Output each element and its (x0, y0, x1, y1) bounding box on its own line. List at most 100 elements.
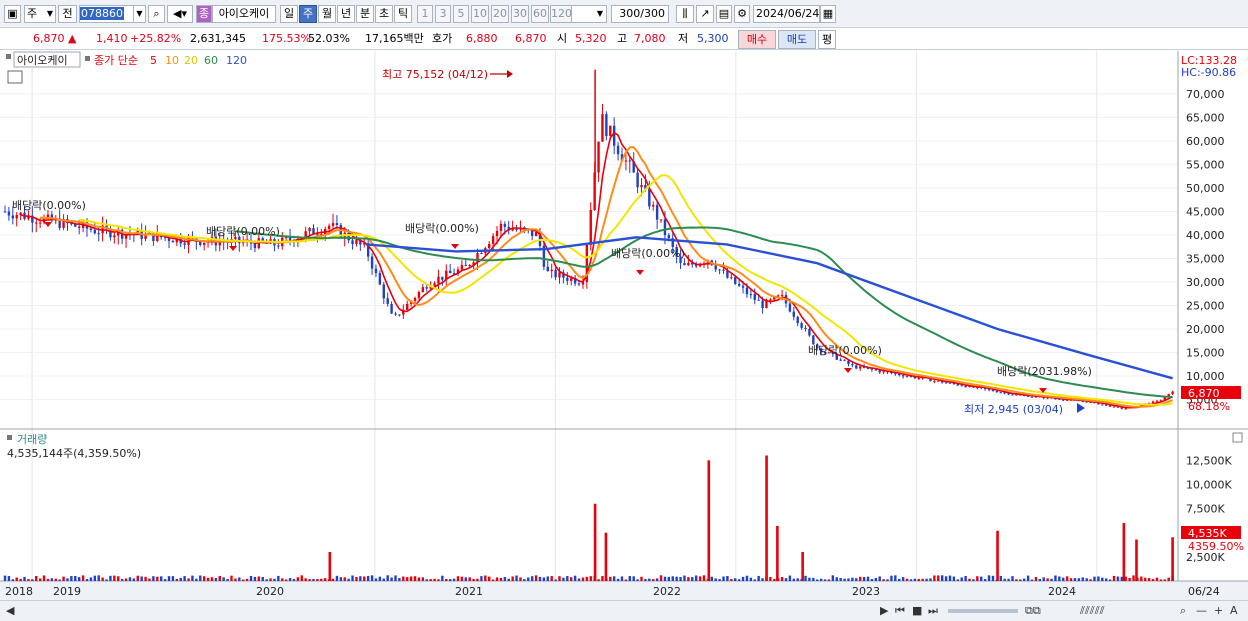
candle-body (382, 284, 385, 299)
price-change: 1,410 (96, 32, 128, 45)
save-icon[interactable]: ▤ (716, 5, 732, 23)
volume-bar (124, 578, 128, 581)
text-tool-icon[interactable]: A (1230, 604, 1238, 618)
volume-bar (730, 579, 733, 581)
tab-4[interactable]: 년 (337, 5, 355, 23)
buy-button[interactable]: 매수 (738, 30, 776, 49)
code-dropdown-button[interactable]: ▼ (133, 5, 146, 23)
candle-body (437, 276, 440, 284)
volume-bar (855, 578, 858, 581)
legend-stock-name: 아이오케이 (17, 54, 68, 67)
volume-bar (964, 576, 967, 581)
candle-body (858, 366, 862, 369)
candle-body (917, 378, 920, 380)
x-axis-label: 06/24 (1188, 585, 1220, 598)
volume-bar (206, 577, 210, 581)
period-select[interactable]: 주 ▼ (24, 5, 56, 23)
volume-bar (624, 579, 628, 581)
search-icon[interactable]: ⌕ (148, 5, 165, 23)
x-axis-label: 2019 (53, 585, 81, 598)
interval-button-20[interactable]: 20 (491, 5, 509, 23)
tab-6[interactable]: 초 (375, 5, 393, 23)
tab-3[interactable]: 월 (318, 5, 336, 23)
interval-custom-select[interactable]: ▼ (571, 5, 607, 23)
tab-1[interactable]: 일 (280, 5, 298, 23)
candle-body (1015, 394, 1018, 396)
candle-body (38, 222, 42, 224)
chevron-down-icon: ▼ (596, 9, 603, 18)
volume-bar (581, 577, 585, 581)
volume-bar (987, 575, 991, 581)
forward-icon[interactable]: ⏭ (928, 604, 938, 618)
tab-5[interactable]: 분 (356, 5, 374, 23)
interval-button-5[interactable]: 5 (453, 5, 469, 23)
volume-bar (1081, 577, 1084, 581)
candle-body (839, 359, 842, 361)
interval-button-120[interactable]: 120 (550, 5, 572, 23)
volume-bar (616, 578, 620, 581)
volume-bar (1151, 579, 1155, 581)
candle-body (468, 265, 471, 267)
volume-bar (1026, 575, 1030, 581)
stop-icon[interactable]: ■ (912, 604, 922, 618)
candle-body (374, 268, 378, 274)
line-tools-icon[interactable]: ⫽⫽⫽⫽⫽ (1080, 604, 1105, 618)
speaker-icon[interactable]: ◀▾ (167, 5, 193, 23)
volume-spike-bar (1171, 537, 1174, 581)
gear-icon[interactable]: ⚙ (734, 5, 750, 23)
interval-button-60[interactable]: 60 (531, 5, 549, 23)
volume-bar (757, 575, 760, 581)
interval-button-1[interactable]: 1 (417, 5, 433, 23)
zoom-icon[interactable]: ⌕ (1180, 604, 1186, 618)
stock-name-field[interactable]: 아이오케이 (212, 5, 276, 23)
draw-tools-icon[interactable]: ⧉⧉ (1025, 604, 1041, 618)
price-tick-label: 40,000 (1186, 229, 1225, 242)
candle-icon[interactable]: ⫼ (676, 5, 694, 23)
zoom-out-icon[interactable]: — (1196, 604, 1207, 618)
zoom-in-icon[interactable]: + (1214, 604, 1223, 618)
volume-bar (191, 575, 194, 581)
volume-bar (464, 577, 467, 581)
candle-body (753, 294, 756, 300)
volume-bar (257, 576, 261, 581)
interval-button-3[interactable]: 3 (435, 5, 451, 23)
rewind-icon[interactable]: ⏮ (895, 604, 905, 618)
volume-bar (156, 576, 159, 581)
volume-bar (628, 576, 631, 581)
ask-label: 호가 (432, 32, 453, 45)
interval-button-10[interactable]: 10 (471, 5, 489, 23)
volume-bar (980, 576, 983, 581)
tab-2[interactable]: 주 (299, 5, 317, 23)
data-count-field[interactable]: 300/300 (611, 5, 669, 23)
volume-bar (183, 576, 186, 581)
candle-body (964, 385, 967, 388)
volume-bar (780, 577, 784, 581)
volume-bar (136, 575, 139, 581)
scroll-left-icon[interactable]: ◀ (6, 604, 14, 618)
interval-button-30[interactable]: 30 (511, 5, 529, 23)
play-icon[interactable]: ▶ (880, 604, 888, 618)
line-tool-icon[interactable]: ↗ (696, 5, 714, 23)
candle-body (944, 382, 948, 384)
sell-button[interactable]: 매도 (778, 30, 816, 49)
volume-bar (245, 578, 249, 581)
date-input[interactable]: 2024/06/24 (753, 5, 820, 23)
volume-bar (1089, 579, 1092, 581)
calendar-icon[interactable]: ▦ (820, 5, 836, 23)
volume-bar (515, 575, 518, 581)
window-menu-icon[interactable]: ▣ (4, 5, 21, 23)
stock-chart[interactable]: 70,000 65,000 60,000 55,000 50,000 45,000 40,0… (0, 51, 1248, 601)
tab-7[interactable]: 틱 (394, 5, 412, 23)
x-axis-label: 2022 (653, 585, 681, 598)
trade-volume: 2,631,345 (190, 32, 246, 45)
volume-bar (15, 577, 18, 581)
prev-stock-button[interactable]: 전 (58, 5, 77, 23)
volume-bar (948, 575, 952, 581)
volume-spike-bar (707, 460, 711, 581)
candle-body (464, 265, 467, 267)
volume-bar (1065, 576, 1069, 581)
scroll-slider[interactable] (948, 609, 1018, 613)
volume-bar (745, 575, 749, 581)
volume-bar (710, 576, 713, 581)
eval-button[interactable]: 평 (818, 30, 836, 49)
